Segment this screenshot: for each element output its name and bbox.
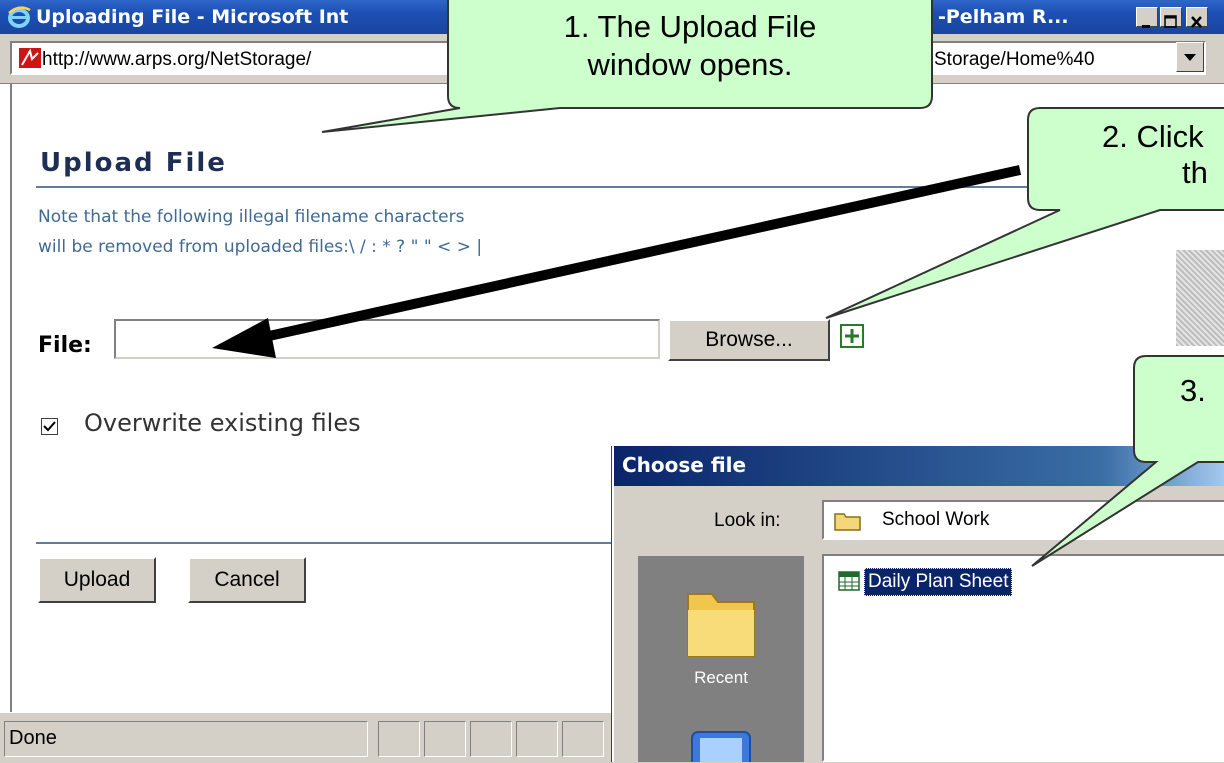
arrow-head-icon [212,318,276,358]
callout-1-line-2: window opens. [587,47,793,82]
callout-2-line-2: th [1182,155,1208,190]
callout-2-line-1: 2. Click [1102,119,1204,154]
callout-layer [212,0,1224,567]
callout-3-line-1: 3. [1180,373,1206,408]
callout-1-line-1: 1. The Upload File [563,9,817,44]
pointer-arrow [258,165,1022,343]
